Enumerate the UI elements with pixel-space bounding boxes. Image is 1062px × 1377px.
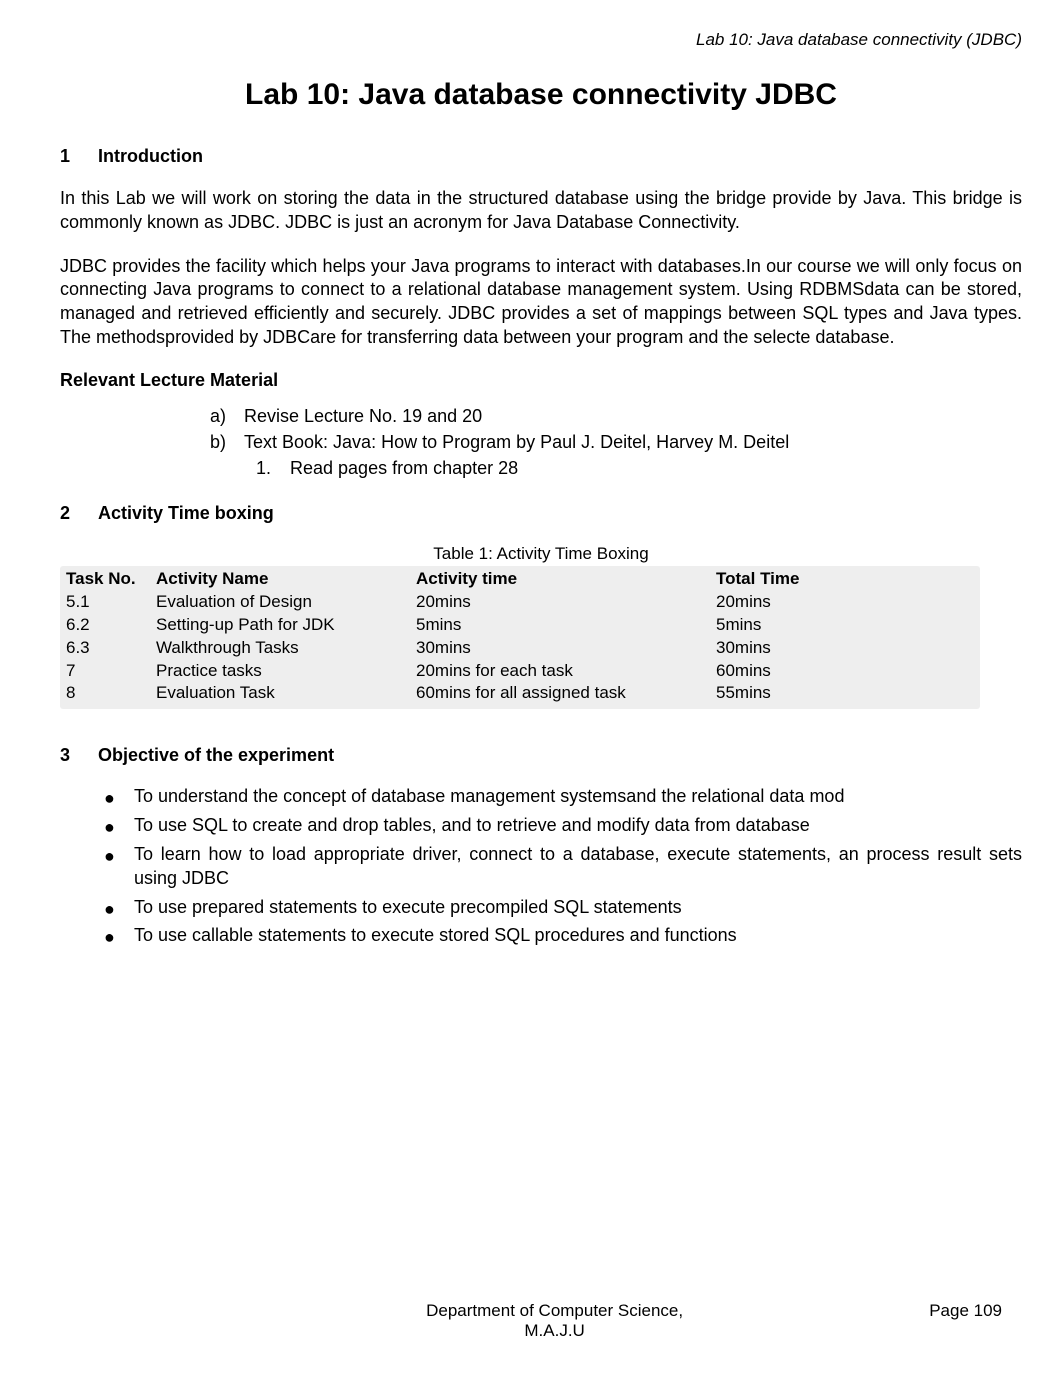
list-item: ● To use callable statements to execute … <box>104 923 1022 948</box>
bullet-icon: ● <box>104 895 134 920</box>
table-cell: 6.3 <box>60 637 156 660</box>
footer-dept-line1: Department of Computer Science, <box>426 1301 683 1320</box>
objective-list: ● To understand the concept of database … <box>60 784 1022 948</box>
section-number: 3 <box>60 745 98 766</box>
intro-paragraph-2: JDBC provides the facility which helps y… <box>60 255 1022 350</box>
list-item: ● To use SQL to create and drop tables, … <box>104 813 1022 838</box>
table-cell: 20mins <box>416 591 716 614</box>
section-label: Introduction <box>98 146 203 167</box>
bullet-icon: ● <box>104 813 134 838</box>
table-header-cell: Task No. <box>60 568 156 591</box>
footer-page-number: Page 109 <box>929 1301 1022 1341</box>
list-marker: a) <box>210 403 244 429</box>
section-number: 2 <box>60 503 98 524</box>
table-header-row: Task No. Activity Name Activity time Tot… <box>60 568 980 591</box>
section-intro-heading: 1 Introduction <box>60 146 1022 167</box>
table-cell: 20mins for each task <box>416 660 716 683</box>
table-cell: 20mins <box>716 591 976 614</box>
table-cell: 5mins <box>716 614 976 637</box>
table-cell: 5.1 <box>60 591 156 614</box>
table-cell: Practice tasks <box>156 660 416 683</box>
table-cell: 8 <box>60 682 156 705</box>
list-item: ● To learn how to load appropriate drive… <box>104 842 1022 891</box>
table-row: 5.1 Evaluation of Design 20mins 20mins <box>60 591 980 614</box>
list-text: To use SQL to create and drop tables, an… <box>134 813 1022 837</box>
section-number: 1 <box>60 146 98 167</box>
list-item: ● To understand the concept of database … <box>104 784 1022 809</box>
bullet-icon: ● <box>104 784 134 809</box>
activity-table-wrap: Table 1: Activity Time Boxing Task No. A… <box>60 544 1022 710</box>
list-text: To use prepared statements to execute pr… <box>134 895 1022 919</box>
running-header: Lab 10: Java database connectivity (JDBC… <box>60 30 1022 50</box>
bullet-icon: ● <box>104 923 134 948</box>
list-marker: b) <box>210 429 244 455</box>
list-text: To learn how to load appropriate driver,… <box>134 842 1022 891</box>
table-cell: 60mins <box>716 660 976 683</box>
table-caption: Table 1: Activity Time Boxing <box>60 544 1022 564</box>
section-label: Activity Time boxing <box>98 503 274 524</box>
list-item: b) Text Book: Java: How to Program by Pa… <box>210 429 1022 455</box>
section-objective-heading: 3 Objective of the experiment <box>60 745 1022 766</box>
list-item: ● To use prepared statements to execute … <box>104 895 1022 920</box>
table-cell: 5mins <box>416 614 716 637</box>
list-text: Read pages from chapter 28 <box>290 455 518 481</box>
list-text: To use callable statements to execute st… <box>134 923 1022 947</box>
page-footer: Department of Computer Science, M.A.J.U … <box>60 1301 1022 1341</box>
list-marker: 1. <box>256 455 290 481</box>
lecture-list: a) Revise Lecture No. 19 and 20 b) Text … <box>60 403 1022 481</box>
table-cell: Evaluation of Design <box>156 591 416 614</box>
table-cell: 30mins <box>416 637 716 660</box>
table-cell: 7 <box>60 660 156 683</box>
table-cell: Evaluation Task <box>156 682 416 705</box>
page-title: Lab 10: Java database connectivity JDBC <box>60 78 1022 112</box>
section-timebox-heading: 2 Activity Time boxing <box>60 503 1022 524</box>
list-text: Text Book: Java: How to Program by Paul … <box>244 429 789 455</box>
lecture-material-heading: Relevant Lecture Material <box>60 370 1022 391</box>
table-header-cell: Activity Name <box>156 568 416 591</box>
list-item: a) Revise Lecture No. 19 and 20 <box>210 403 1022 429</box>
footer-dept-line2: M.A.J.U <box>524 1321 584 1340</box>
table-header-cell: Activity time <box>416 568 716 591</box>
table-cell: 60mins for all assigned task <box>416 682 716 705</box>
activity-table: Task No. Activity Name Activity time Tot… <box>60 566 980 710</box>
table-cell: 30mins <box>716 637 976 660</box>
list-text: Revise Lecture No. 19 and 20 <box>244 403 482 429</box>
table-header-cell: Total Time <box>716 568 976 591</box>
table-cell: 6.2 <box>60 614 156 637</box>
table-cell: Walkthrough Tasks <box>156 637 416 660</box>
table-row: 6.3 Walkthrough Tasks 30mins 30mins <box>60 637 980 660</box>
table-row: 7 Practice tasks 20mins for each task 60… <box>60 660 980 683</box>
table-cell: 55mins <box>716 682 976 705</box>
bullet-icon: ● <box>104 842 134 867</box>
section-label: Objective of the experiment <box>98 745 334 766</box>
table-cell: Setting-up Path for JDK <box>156 614 416 637</box>
table-row: 8 Evaluation Task 60mins for all assigne… <box>60 682 980 705</box>
footer-department: Department of Computer Science, M.A.J.U <box>60 1301 929 1341</box>
table-row: 6.2 Setting-up Path for JDK 5mins 5mins <box>60 614 980 637</box>
list-text: To understand the concept of database ma… <box>134 784 1022 808</box>
list-subitem: 1. Read pages from chapter 28 <box>210 455 1022 481</box>
intro-paragraph-1: In this Lab we will work on storing the … <box>60 187 1022 235</box>
